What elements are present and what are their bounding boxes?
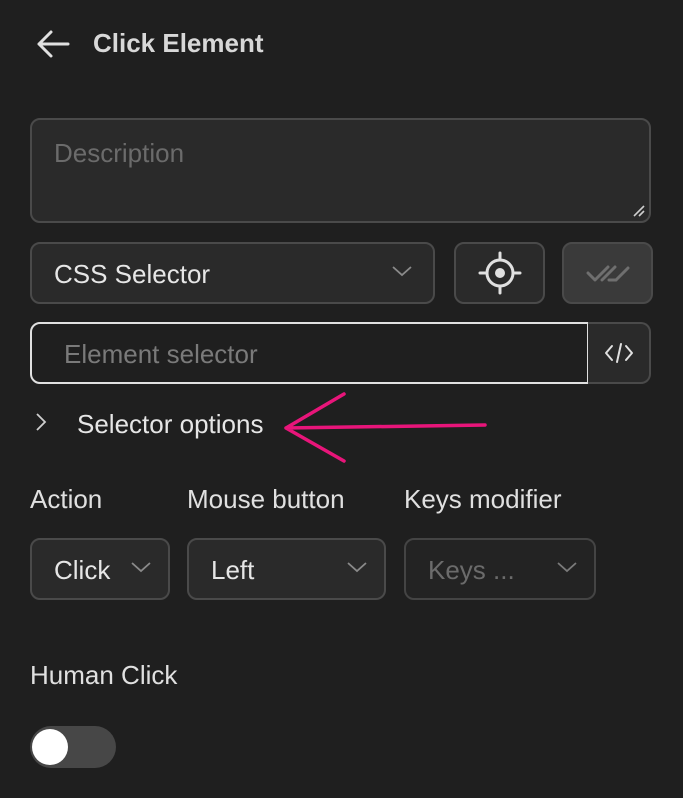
- element-selector-input[interactable]: Element selector: [30, 322, 589, 384]
- page-title: Click Element: [93, 28, 264, 58]
- annotation-arrow-icon: [284, 392, 487, 463]
- selector-type-select[interactable]: CSS Selector: [30, 242, 435, 304]
- crosshair-icon: [478, 251, 521, 295]
- chevron-down-icon: [347, 562, 367, 573]
- toggle-knob: [32, 729, 68, 765]
- chevron-down-icon: [392, 266, 412, 277]
- keys-modifier-label: Keys modifier: [404, 484, 562, 514]
- action-select[interactable]: Click: [30, 538, 170, 600]
- selector-type-value: CSS Selector: [54, 259, 211, 289]
- chevron-down-icon: [131, 562, 151, 573]
- arrow-left-icon: [37, 30, 70, 58]
- element-selector-placeholder: Element selector: [64, 339, 258, 369]
- mouse-button-select[interactable]: Left: [187, 538, 386, 600]
- description-placeholder: Description: [54, 138, 185, 168]
- mouse-button-label: Mouse button: [187, 484, 345, 514]
- chevron-down-icon: [557, 562, 577, 573]
- action-value: Click: [54, 555, 111, 585]
- chevron-right-icon: [36, 413, 47, 431]
- action-label: Action: [30, 484, 103, 514]
- back-button[interactable]: [33, 26, 73, 62]
- selector-options-label: Selector options: [77, 409, 264, 439]
- human-click-toggle[interactable]: [30, 726, 116, 768]
- panel-header: Click Element: [0, 0, 683, 90]
- code-button[interactable]: [588, 322, 651, 384]
- select-element-button[interactable]: [454, 242, 545, 304]
- resize-grip-icon[interactable]: [631, 203, 645, 217]
- mouse-button-value: Left: [211, 555, 255, 585]
- keys-modifier-select[interactable]: Keys ...: [404, 538, 596, 600]
- double-check-icon: [586, 265, 629, 282]
- human-click-label: Human Click: [30, 660, 178, 690]
- keys-modifier-placeholder: Keys ...: [428, 555, 515, 585]
- code-icon: [604, 343, 633, 363]
- click-element-panel: Click Element Description CSS Selector E…: [0, 0, 683, 798]
- verify-selector-button[interactable]: [562, 242, 653, 304]
- description-field[interactable]: Description: [30, 118, 651, 223]
